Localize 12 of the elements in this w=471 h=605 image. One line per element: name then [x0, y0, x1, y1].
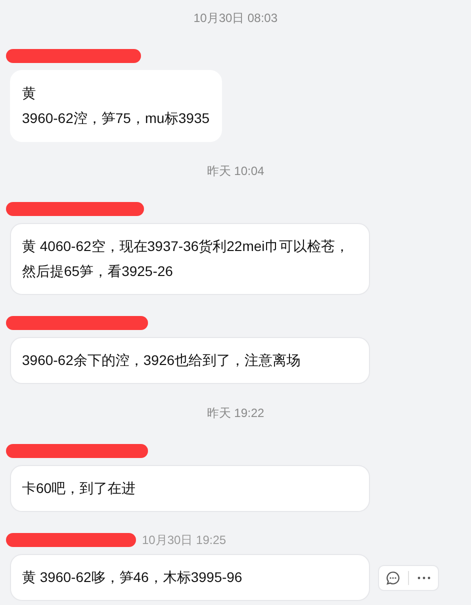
comment-icon[interactable]: [386, 570, 400, 584]
message-text: 黄 4060-62空，现在3937-36货利22mei巾可以检苍，然后提65笋，看3925-26: [22, 237, 350, 281]
message-text: 黄 3960-62哆，笋46，木标3995-96: [22, 568, 244, 587]
message-text: 3960-62涳，笋75，mu标3935: [22, 109, 210, 128]
timestamp: 10月30日 08:03: [193, 10, 278, 26]
message-text: 黄: [22, 84, 37, 103]
timestamp: 昨天 10:04: [206, 163, 264, 179]
message-text: 卡60吧，到了在进: [22, 479, 137, 498]
timestamp: 10月30日 19:25: [142, 533, 226, 547]
message-text: 3960-62余下的涳，3926也给到了，注意离场: [22, 351, 302, 370]
timestamp: 昨天 19:22: [206, 405, 264, 421]
more-icon[interactable]: [417, 576, 431, 580]
